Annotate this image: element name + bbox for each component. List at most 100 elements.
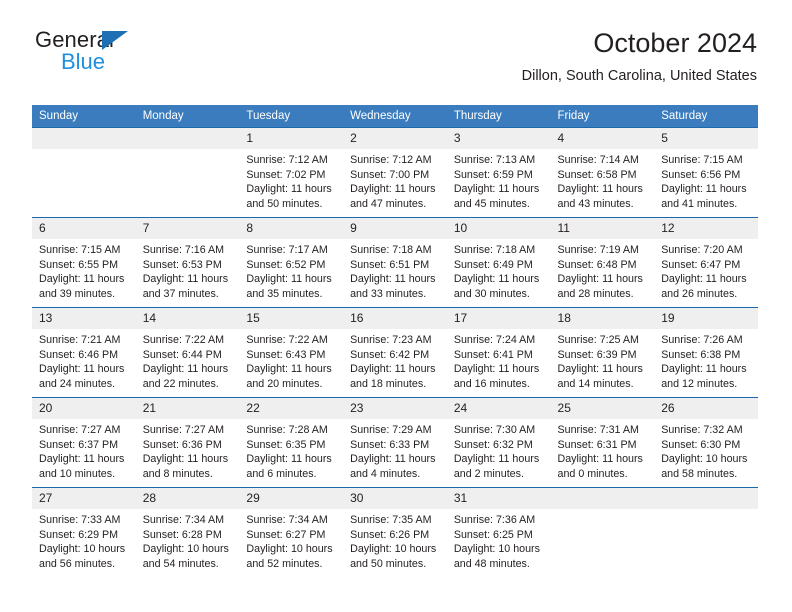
day-detail-line: Daylight: 11 hours xyxy=(142,363,229,376)
calendar-day-cell[interactable]: 29 Sunrise: 7:34 AM Sunset: 6:27 PM Dayligh… xyxy=(239,487,344,577)
day-details: Sunrise: 7:15 AM Sunset: 6:56 PM Daylight:… xyxy=(654,149,758,211)
day-detail-line: Sunset: 6:47 PM xyxy=(661,258,741,271)
calendar-day-cell[interactable]: 6 Sunrise: 7:15 AM Sunset: 6:55 PM Daylight… xyxy=(32,217,136,308)
day-details: Sunrise: 7:33 AM Sunset: 6:29 PM Daylight:… xyxy=(32,509,136,571)
day-details: Sunrise: 7:22 AM Sunset: 6:44 PM Daylight:… xyxy=(136,329,240,391)
page-header: General Blue October 2024 Dillon, South … xyxy=(35,27,757,99)
day-detail-line: Sunrise: 7:32 AM xyxy=(661,424,743,436)
day-detail-line: Daylight: 11 hours xyxy=(453,183,540,196)
calendar-day-cell[interactable]: 19 Sunrise: 7:26 AM Sunset: 6:38 PM Dayligh… xyxy=(654,307,758,398)
calendar-day-cell[interactable]: 17 Sunrise: 7:24 AM Sunset: 6:41 PM Dayligh… xyxy=(446,307,551,398)
calendar-day-cell[interactable]: 20 Sunrise: 7:27 AM Sunset: 6:37 PM Dayligh… xyxy=(32,397,136,488)
day-detail-line: and 35 minutes. xyxy=(246,287,323,300)
day-number: 8 xyxy=(239,218,344,239)
day-detail-line: Daylight: 11 hours xyxy=(246,363,332,376)
day-details: Sunrise: 7:13 AM Sunset: 6:59 PM Daylight:… xyxy=(447,149,551,211)
day-number: 26 xyxy=(654,398,758,419)
day-detail-line: Sunset: 6:32 PM xyxy=(453,438,533,451)
day-number: 18 xyxy=(550,308,655,329)
calendar-day-cell[interactable]: 23 Sunrise: 7:29 AM Sunset: 6:33 PM Dayligh… xyxy=(343,397,447,488)
day-detail-line: Sunset: 6:51 PM xyxy=(350,258,430,271)
day-detail-line: Daylight: 11 hours xyxy=(661,273,747,286)
calendar-week-row: 6 Sunrise: 7:15 AM Sunset: 6:55 PM Daylight… xyxy=(32,217,758,308)
day-details: Sunrise: 7:22 AM Sunset: 6:43 PM Daylight:… xyxy=(239,329,343,391)
day-number: 22 xyxy=(239,398,344,419)
day-detail-line: Sunrise: 7:29 AM xyxy=(350,424,432,436)
day-details xyxy=(32,149,136,153)
calendar-day-cell[interactable]: 7 Sunrise: 7:16 AM Sunset: 6:53 PM Daylight… xyxy=(135,217,240,308)
day-detail-line: Sunset: 7:02 PM xyxy=(246,168,326,181)
calendar-day-cell[interactable]: 25 Sunrise: 7:31 AM Sunset: 6:31 PM Dayligh… xyxy=(550,397,655,488)
day-detail-line: Sunset: 6:55 PM xyxy=(39,258,119,271)
calendar-day-cell[interactable]: 16 Sunrise: 7:23 AM Sunset: 6:42 PM Dayligh… xyxy=(343,307,447,398)
calendar-day-cell[interactable]: 9 Sunrise: 7:18 AM Sunset: 6:51 PM Daylight… xyxy=(343,217,447,308)
calendar-day-cell[interactable]: 22 Sunrise: 7:28 AM Sunset: 6:35 PM Dayligh… xyxy=(239,397,344,488)
day-detail-line: Sunset: 6:42 PM xyxy=(350,348,430,361)
day-detail-line: Daylight: 10 hours xyxy=(246,543,333,556)
weekday-header-saturday: Saturday xyxy=(654,105,758,128)
calendar-day-cell[interactable]: 31 Sunrise: 7:36 AM Sunset: 6:25 PM Dayligh… xyxy=(446,487,551,577)
day-details: Sunrise: 7:18 AM Sunset: 6:51 PM Daylight:… xyxy=(343,239,447,301)
day-details: Sunrise: 7:28 AM Sunset: 6:35 PM Daylight:… xyxy=(239,419,343,481)
calendar-day-cell[interactable]: 27 Sunrise: 7:33 AM Sunset: 6:29 PM Dayligh… xyxy=(32,487,136,577)
calendar-day-cell[interactable]: 11 Sunrise: 7:19 AM Sunset: 6:48 PM Dayligh… xyxy=(550,217,655,308)
day-details xyxy=(654,509,758,513)
weekday-header-thursday: Thursday xyxy=(446,105,551,128)
calendar-day-cell[interactable]: 24 Sunrise: 7:30 AM Sunset: 6:32 PM Dayligh… xyxy=(446,397,551,488)
day-number: 30 xyxy=(343,488,447,509)
day-number: 14 xyxy=(135,308,240,329)
calendar-day-cell[interactable]: 13 Sunrise: 7:21 AM Sunset: 6:46 PM Dayligh… xyxy=(32,307,136,398)
calendar-day-cell[interactable]: 28 Sunrise: 7:34 AM Sunset: 6:28 PM Dayligh… xyxy=(135,487,240,577)
day-detail-line: Sunset: 6:53 PM xyxy=(142,258,222,271)
day-detail-line: Daylight: 11 hours xyxy=(557,453,643,466)
day-number: 17 xyxy=(446,308,551,329)
day-detail-line: Sunrise: 7:19 AM xyxy=(557,244,639,256)
calendar-day-cell[interactable]: 3 Sunrise: 7:13 AM Sunset: 6:59 PM Daylight… xyxy=(446,127,551,218)
day-detail-line: Daylight: 10 hours xyxy=(39,543,126,556)
day-detail-line: Daylight: 11 hours xyxy=(246,273,332,286)
calendar-day-cell-empty xyxy=(654,487,758,577)
calendar-day-cell[interactable]: 18 Sunrise: 7:25 AM Sunset: 6:39 PM Dayligh… xyxy=(550,307,655,398)
day-number: 6 xyxy=(32,218,136,239)
day-details xyxy=(551,509,655,513)
calendar-day-cell[interactable]: 1 Sunrise: 7:12 AM Sunset: 7:02 PM Daylight… xyxy=(239,127,344,218)
calendar-day-cell[interactable]: 2 Sunrise: 7:12 AM Sunset: 7:00 PM Daylight… xyxy=(343,127,447,218)
day-details: Sunrise: 7:25 AM Sunset: 6:39 PM Daylight:… xyxy=(551,329,655,391)
calendar-day-cell[interactable]: 21 Sunrise: 7:27 AM Sunset: 6:36 PM Dayligh… xyxy=(135,397,240,488)
day-detail-line: Sunrise: 7:18 AM xyxy=(453,244,536,256)
day-detail-line: Sunset: 6:49 PM xyxy=(453,258,533,271)
calendar-day-cell[interactable]: 12 Sunrise: 7:20 AM Sunset: 6:47 PM Dayligh… xyxy=(654,217,758,308)
day-detail-line: Sunset: 6:58 PM xyxy=(557,168,637,181)
day-details: Sunrise: 7:21 AM Sunset: 6:46 PM Daylight:… xyxy=(32,329,136,391)
day-detail-line: Sunrise: 7:14 AM xyxy=(557,154,639,166)
calendar-day-cell[interactable]: 14 Sunrise: 7:22 AM Sunset: 6:44 PM Dayligh… xyxy=(135,307,240,398)
weekday-header-tuesday: Tuesday xyxy=(239,105,344,128)
day-detail-line: and 18 minutes. xyxy=(350,377,427,390)
day-detail-line: and 2 minutes. xyxy=(453,467,524,480)
calendar-day-cell[interactable]: 5 Sunrise: 7:15 AM Sunset: 6:56 PM Daylight… xyxy=(654,127,758,218)
day-detail-line: Sunrise: 7:13 AM xyxy=(453,154,536,166)
calendar-day-cell[interactable]: 4 Sunrise: 7:14 AM Sunset: 6:58 PM Daylight… xyxy=(550,127,655,218)
day-detail-line: Sunrise: 7:28 AM xyxy=(246,424,328,436)
day-number: 5 xyxy=(654,128,758,149)
calendar-day-cell[interactable]: 15 Sunrise: 7:22 AM Sunset: 6:43 PM Dayligh… xyxy=(239,307,344,398)
day-number: 31 xyxy=(446,488,551,509)
day-detail-line: Sunrise: 7:20 AM xyxy=(661,244,743,256)
day-details: Sunrise: 7:18 AM Sunset: 6:49 PM Daylight:… xyxy=(447,239,551,301)
day-detail-line: Sunset: 6:27 PM xyxy=(246,528,326,541)
calendar-day-cell[interactable]: 26 Sunrise: 7:32 AM Sunset: 6:30 PM Dayligh… xyxy=(654,397,758,488)
day-detail-line: Sunrise: 7:16 AM xyxy=(142,244,225,256)
day-details xyxy=(136,149,240,153)
day-number: 25 xyxy=(550,398,655,419)
calendar-day-cell[interactable]: 30 Sunrise: 7:35 AM Sunset: 6:26 PM Dayligh… xyxy=(343,487,447,577)
calendar-day-cell[interactable]: 10 Sunrise: 7:18 AM Sunset: 6:49 PM Dayligh… xyxy=(446,217,551,308)
weekday-header-monday: Monday xyxy=(135,105,240,128)
calendar-day-cell[interactable]: 8 Sunrise: 7:17 AM Sunset: 6:52 PM Daylight… xyxy=(239,217,344,308)
day-number: 11 xyxy=(550,218,655,239)
day-detail-line: Daylight: 11 hours xyxy=(142,273,229,286)
calendar-week-row: 20 Sunrise: 7:27 AM Sunset: 6:37 PM Dayligh… xyxy=(32,397,758,488)
day-detail-line: Daylight: 11 hours xyxy=(350,273,436,286)
day-detail-line: Sunrise: 7:31 AM xyxy=(557,424,639,436)
day-detail-line: Sunrise: 7:22 AM xyxy=(246,334,328,346)
day-detail-line: Sunrise: 7:12 AM xyxy=(246,154,328,166)
